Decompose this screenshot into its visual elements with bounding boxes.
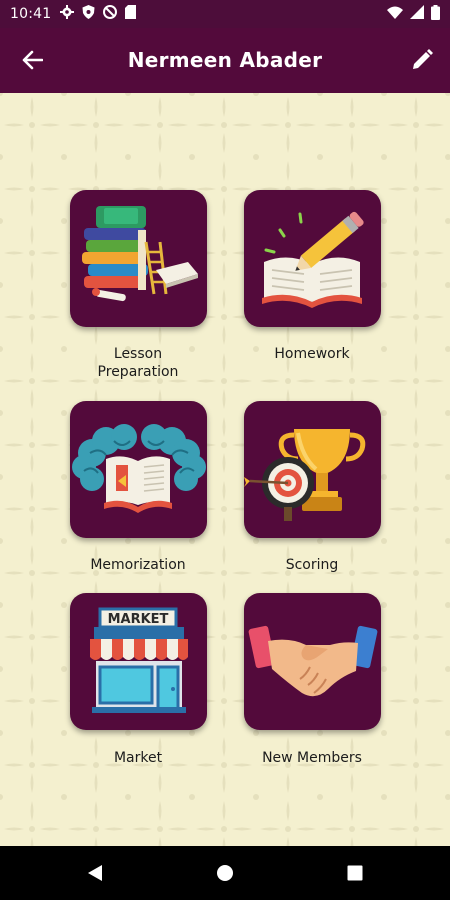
page-title: Nermeen Abader	[127, 48, 323, 72]
menu-label-new-members: New Members	[262, 750, 362, 766]
nav-recents-button[interactable]	[335, 858, 375, 888]
menu-label-market: Market	[113, 750, 163, 766]
content-area: Lesson Preparation Homework Memorization…	[0, 93, 450, 846]
status-bar: 10:41	[0, 0, 450, 28]
menu-label-homework: Homework	[274, 346, 350, 362]
wifi-icon	[387, 6, 403, 23]
menu-tile-market[interactable]: MARKET	[70, 593, 207, 730]
menu-label-memorization: Memorization	[90, 557, 186, 573]
trophy-target-icon	[244, 429, 366, 521]
shield-icon	[82, 5, 95, 23]
home-circle-icon	[217, 865, 233, 881]
menu-label-scoring: Scoring	[285, 557, 339, 573]
nav-home-button[interactable]	[205, 858, 245, 888]
menu-tile-new-members[interactable]	[244, 593, 381, 730]
books-icon	[82, 206, 198, 302]
background-pattern	[0, 93, 450, 846]
edit-button[interactable]	[404, 44, 440, 76]
market-store-icon: MARKET	[90, 607, 188, 713]
pencil-icon	[413, 49, 433, 69]
battery-icon	[431, 4, 440, 24]
no-sim-icon	[103, 5, 118, 23]
menu-tile-memorization[interactable]	[70, 401, 207, 538]
menu-tile-scoring[interactable]	[244, 401, 381, 538]
back-triangle-icon	[88, 865, 102, 881]
notebook-pencil-icon	[262, 211, 364, 308]
handshake-icon	[248, 625, 378, 697]
sd-card-icon	[125, 5, 137, 23]
status-time: 10:41	[10, 6, 52, 22]
menu-tile-homework[interactable]	[244, 190, 381, 327]
signal-icon	[410, 5, 424, 23]
menu-tile-lesson-preparation[interactable]	[70, 190, 207, 327]
system-nav-bar	[0, 846, 450, 900]
gear-icon	[60, 5, 75, 23]
brain-book-icon	[72, 424, 206, 513]
recents-square-icon	[347, 865, 363, 881]
market-sign-text: MARKET	[108, 612, 169, 627]
menu-label-lesson-preparation: Lesson Preparation	[97, 346, 179, 380]
app-bar: Nermeen Abader	[0, 28, 450, 93]
nav-back-button[interactable]	[75, 858, 115, 888]
